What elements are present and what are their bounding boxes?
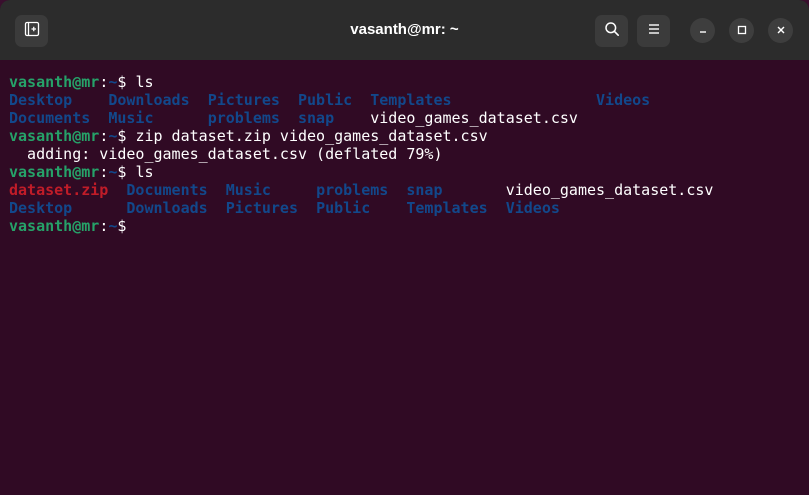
directory-entry: Public [316, 199, 371, 217]
prompt-dollar: $ [117, 163, 136, 181]
directory-entry: Videos [505, 199, 560, 217]
maximize-icon [737, 22, 747, 40]
prompt-dollar: $ [117, 127, 136, 145]
directory-entry: Documents [9, 109, 91, 127]
new-tab-button[interactable] [15, 15, 48, 47]
maximize-button[interactable] [729, 18, 754, 43]
directory-entry: snap [298, 109, 335, 127]
directory-entry: Downloads [126, 199, 208, 217]
file-entry: video_games_dataset.csv [505, 181, 714, 199]
prompt-user: vasanth@mr [9, 163, 100, 181]
search-button[interactable] [595, 15, 628, 47]
prompt-colon: : [99, 127, 109, 145]
prompt-user: vasanth@mr [9, 127, 100, 145]
menu-button[interactable] [637, 15, 670, 47]
directory-entry: problems [316, 181, 389, 199]
close-icon [776, 22, 786, 40]
archive-entry: dataset.zip [9, 181, 109, 199]
terminal-output[interactable]: vasanth@mr:~$ ls Desktop Downloads Pictu… [0, 60, 809, 495]
command-text: zip dataset.zip video_games_dataset.csv [135, 127, 488, 145]
directory-entry: Pictures [207, 91, 280, 109]
terminal-window: vasanth@mr: ~ vasanth@mr:~$ ls Desktop D… [0, 0, 809, 495]
ls-output-row: Desktop Downloads Pictures Public Templa… [9, 199, 809, 217]
directory-entry: Videos [596, 91, 651, 109]
ls-output-row: dataset.zip Documents Music problems sna… [9, 181, 809, 199]
command-text: ls [135, 73, 154, 91]
title-bar: vasanth@mr: ~ [0, 0, 809, 60]
directory-entry: Templates [406, 199, 488, 217]
command-text: ls [135, 163, 154, 181]
minimize-button[interactable] [690, 18, 715, 43]
terminal-line: vasanth@mr:~$ [9, 217, 809, 235]
directory-entry: Templates [370, 91, 452, 109]
prompt-dollar: $ [117, 73, 136, 91]
ls-output-row: Documents Music problems snap video_game… [9, 109, 809, 127]
prompt-colon: : [99, 163, 109, 181]
window-title: vasanth@mr: ~ [350, 21, 459, 38]
directory-entry: Desktop [9, 199, 73, 217]
directory-entry: Desktop [9, 91, 73, 109]
terminal-line: vasanth@mr:~$ ls [9, 73, 809, 91]
directory-entry: Pictures [225, 199, 298, 217]
directory-entry: Documents [126, 181, 208, 199]
prompt-dollar: $ [117, 217, 136, 235]
prompt-colon: : [99, 217, 109, 235]
file-entry: video_games_dataset.csv [370, 109, 578, 127]
search-icon [604, 21, 620, 42]
prompt-colon: : [99, 73, 109, 91]
zip-output-line: adding: video_games_dataset.csv (deflate… [9, 145, 443, 163]
ls-output-row: Desktop Downloads Pictures Public Templa… [9, 91, 809, 109]
directory-entry: snap [406, 181, 443, 199]
directory-entry: problems [207, 109, 280, 127]
terminal-line: vasanth@mr:~$ ls [9, 163, 809, 181]
new-tab-icon [24, 21, 40, 42]
directory-entry: Downloads [108, 91, 190, 109]
close-button[interactable] [768, 18, 793, 43]
prompt-user: vasanth@mr [9, 73, 100, 91]
directory-entry: Music [225, 181, 271, 199]
terminal-line: vasanth@mr:~$ zip dataset.zip video_game… [9, 127, 809, 145]
prompt-user: vasanth@mr [9, 217, 100, 235]
minimize-icon [698, 22, 708, 40]
directory-entry: Music [108, 109, 154, 127]
hamburger-menu-icon [647, 22, 661, 41]
directory-entry: Public [298, 91, 353, 109]
